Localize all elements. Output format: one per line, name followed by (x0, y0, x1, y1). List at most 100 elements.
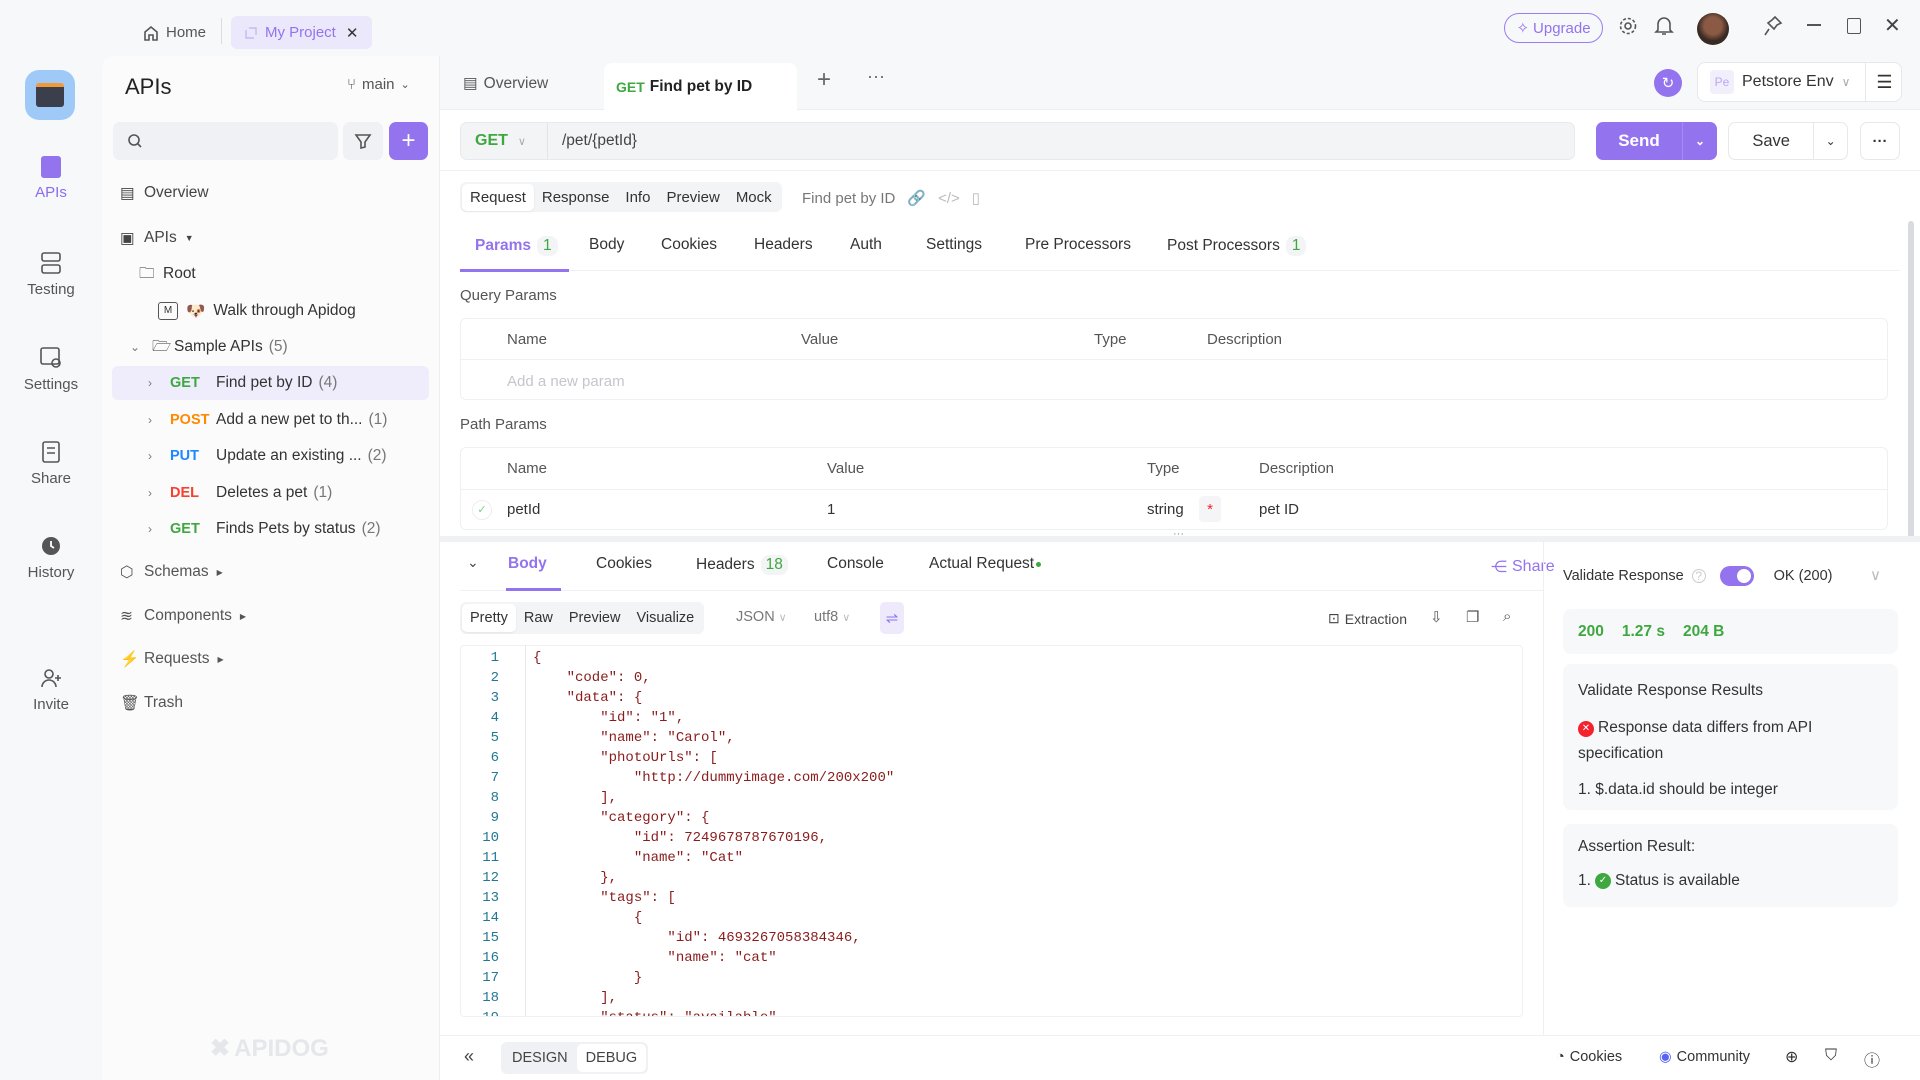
project-tab[interactable]: My Project ✕ (231, 16, 372, 49)
response-body-editor[interactable]: 1{2 "code": 0, 3 "data": {4 "id": "1", 5 "… (460, 645, 1523, 1017)
pin-icon[interactable] (1763, 15, 1783, 37)
tab-cookies[interactable]: Cookies (661, 236, 717, 254)
project-logo[interactable] (25, 70, 75, 120)
mode-tab-mock[interactable]: Mock (728, 184, 780, 211)
filter-button[interactable] (343, 122, 383, 160)
design-mode-button[interactable]: DESIGN (503, 1050, 577, 1066)
param-description[interactable]: pet ID (1259, 501, 1299, 518)
panel-icon[interactable]: ▯ (972, 189, 980, 207)
tree-components[interactable]: ≋ Components ▶ (112, 599, 429, 633)
tree-folder-sample-apis[interactable]: ⌄ 🗁 Sample APIs (5) (112, 330, 429, 364)
mode-tab-preview[interactable]: Preview (658, 184, 727, 211)
more-tabs-icon[interactable]: ··· (867, 66, 885, 87)
settings-gear-icon[interactable] (1618, 16, 1638, 36)
home-tab[interactable]: Home (130, 16, 218, 49)
menu-icon[interactable]: ☰ (1865, 63, 1903, 101)
required-marker[interactable]: * (1199, 496, 1221, 522)
rail-item-apis[interactable]: APIs (0, 156, 102, 201)
tree-endpoint[interactable]: › PUT Update an existing ... (2) (112, 439, 429, 473)
debug-mode-button[interactable]: DEBUG (576, 1044, 647, 1072)
close-icon[interactable]: ✕ (346, 24, 359, 42)
minimize-icon[interactable] (1807, 24, 1821, 26)
tree-schemas[interactable]: ⬡ Schemas ▶ (112, 555, 429, 589)
user-avatar[interactable] (1697, 13, 1729, 45)
response-tab-console[interactable]: Console (827, 555, 884, 573)
chevron-down-icon[interactable]: ∨ (1870, 566, 1881, 584)
environment-selector[interactable]: Pe Petstore Env ∨ ☰ (1697, 62, 1902, 102)
tab-overview[interactable]: ▤ Overview (463, 74, 548, 93)
tree-overview[interactable]: ▤ Overview (112, 176, 429, 210)
restore-icon[interactable] (1847, 18, 1861, 34)
upload-icon[interactable]: ⊕ (1785, 1047, 1798, 1067)
save-dropdown-chevron-icon[interactable]: ⌄ (1813, 123, 1847, 159)
rail-item-history[interactable]: History (0, 534, 102, 581)
tab-post-processors[interactable]: Post Processors 1 (1167, 236, 1307, 256)
copy-icon[interactable]: ❐ (1466, 608, 1479, 626)
cookies-button[interactable]: ◔ Cookies (1556, 1049, 1622, 1065)
share-button[interactable]: ⋲ Share (1491, 557, 1555, 577)
rail-item-invite[interactable]: Invite (0, 666, 102, 713)
enabled-checkbox[interactable]: ✓ (472, 500, 492, 520)
collapse-chevron-icon[interactable]: ⌄ (467, 554, 479, 571)
encoding-select[interactable]: utf8 ∨ (814, 609, 850, 625)
response-status-select[interactable]: OK (200) (1774, 568, 1833, 584)
tree-trash[interactable]: 🗑 Trash (112, 686, 429, 720)
upgrade-button[interactable]: ✧ Upgrade (1504, 13, 1603, 43)
tree-endpoint[interactable]: › POST Add a new pet to th... (1) (112, 403, 429, 437)
send-button[interactable]: Send ⌄ (1596, 122, 1717, 160)
tree-endpoint[interactable]: › GET Finds Pets by status (2) (112, 512, 429, 546)
mode-tab-info[interactable]: Info (617, 184, 658, 211)
shirt-icon[interactable]: ⛉ (1825, 1047, 1837, 1065)
new-tab-plus-icon[interactable]: + (817, 66, 831, 94)
collapse-sidebar-icon[interactable]: « (464, 1046, 474, 1067)
search-icon[interactable]: ⌕ (1503, 608, 1511, 625)
help-icon[interactable]: ⓘ (1864, 1047, 1880, 1071)
validate-toggle[interactable] (1719, 566, 1754, 586)
response-tab-cookies[interactable]: Cookies (596, 555, 652, 573)
extraction-button[interactable]: ⊡ Extraction (1328, 610, 1407, 627)
url-input[interactable]: /pet/{petId} (562, 132, 637, 150)
help-icon[interactable]: ? (1691, 569, 1706, 583)
download-icon[interactable]: ⇩ (1430, 608, 1443, 626)
tab-settings[interactable]: Settings (926, 236, 982, 254)
save-button[interactable]: Save ⌄ (1728, 122, 1848, 160)
tree-root[interactable]: 🗀 Root (112, 257, 429, 291)
tab-headers[interactable]: Headers (754, 236, 813, 254)
add-button[interactable]: + (389, 122, 428, 160)
param-type[interactable]: string (1147, 501, 1184, 518)
response-tab-body[interactable]: Body (508, 555, 547, 573)
method-select[interactable]: GET ∨ (461, 123, 548, 159)
add-param-input[interactable]: Add a new param (507, 373, 625, 390)
response-tab-headers[interactable]: Headers 18 (696, 555, 788, 575)
view-tab-preview[interactable]: Preview (561, 604, 629, 632)
tab-body[interactable]: Body (589, 236, 624, 254)
send-dropdown-chevron-icon[interactable]: ⌄ (1682, 122, 1717, 160)
rail-item-testing[interactable]: Testing (0, 251, 102, 298)
param-name[interactable]: petId (507, 501, 540, 518)
format-select[interactable]: JSON ∨ (736, 609, 787, 625)
branch-selector[interactable]: ⑂ main ⌄ (347, 76, 410, 93)
rail-item-settings[interactable]: Settings (0, 346, 102, 393)
sync-icon[interactable]: ↻ (1654, 69, 1682, 97)
param-value[interactable]: 1 (827, 501, 835, 518)
window-close-icon[interactable]: ✕ (1884, 13, 1901, 38)
tree-endpoint[interactable]: › DEL Deletes a pet (1) (112, 476, 429, 510)
view-tab-raw[interactable]: Raw (516, 604, 561, 632)
more-options-button[interactable]: ··· (1860, 122, 1900, 160)
tab-find-pet-by-id[interactable]: GET Find pet by ID (604, 63, 797, 111)
tab-auth[interactable]: Auth (850, 236, 882, 254)
tree-endpoint[interactable]: › GET Find pet by ID (4) (112, 366, 429, 400)
rail-item-share[interactable]: Share (0, 440, 102, 487)
tab-pre-processors[interactable]: Pre Processors (1025, 236, 1131, 254)
view-tab-pretty[interactable]: Pretty (462, 604, 516, 632)
mode-tab-request[interactable]: Request (462, 183, 534, 211)
tree-apis[interactable]: ▣ APIs ▼ (112, 221, 429, 255)
code-icon[interactable]: </> (938, 190, 960, 207)
mode-tab-response[interactable]: Response (534, 184, 618, 211)
tree-requests[interactable]: ⚡ Requests ▶ (112, 642, 429, 676)
tree-walkthrough[interactable]: M 🐶 Walk through Apidog (112, 294, 429, 328)
bell-icon[interactable] (1654, 15, 1674, 37)
search-input[interactable] (113, 122, 338, 160)
response-tab-actual-request[interactable]: Actual Request (929, 555, 1042, 573)
scrollbar[interactable] (1908, 221, 1914, 539)
